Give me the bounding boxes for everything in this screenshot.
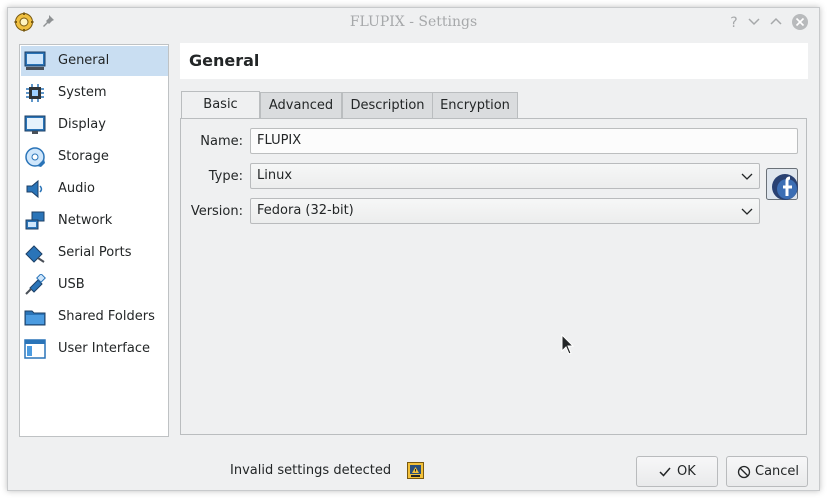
settings-sidebar: General System Display Storage Audio Net… xyxy=(19,44,169,437)
tab-description[interactable]: Description xyxy=(342,92,433,118)
sidebar-item-system[interactable]: System xyxy=(21,78,168,108)
page-header: General xyxy=(180,43,808,79)
tab-basic[interactable]: Basic xyxy=(181,91,260,119)
sidebar-item-label: Audio xyxy=(58,181,95,196)
tab-encryption[interactable]: Encryption xyxy=(432,92,518,118)
version-select[interactable]: Fedora (32-bit) xyxy=(250,198,760,224)
tab-advanced[interactable]: Advanced xyxy=(260,92,342,118)
tab-label: Advanced xyxy=(268,98,334,113)
user-interface-icon xyxy=(24,339,46,359)
chevron-down-icon xyxy=(741,173,753,180)
display-icon xyxy=(24,115,46,134)
sidebar-item-label: Network xyxy=(58,213,113,228)
cancel-button-label: Cancel xyxy=(755,464,800,479)
warning-icon[interactable] xyxy=(407,462,424,479)
titlebar: FLUPIX - Settings ? xyxy=(8,8,819,36)
serial-port-icon xyxy=(25,245,45,263)
ok-button[interactable]: OK xyxy=(636,456,718,487)
sidebar-item-audio[interactable]: Audio xyxy=(21,174,168,204)
type-select-value: Linux xyxy=(257,168,293,183)
type-select[interactable]: Linux xyxy=(250,163,760,189)
cancel-icon xyxy=(737,465,751,479)
sidebar-item-general[interactable]: General xyxy=(21,46,168,76)
chevron-up-icon[interactable] xyxy=(767,13,785,31)
version-select-value: Fedora (32-bit) xyxy=(257,203,354,218)
chip-icon xyxy=(26,84,44,102)
name-label: Name: xyxy=(200,134,243,149)
checkmark-icon xyxy=(659,467,671,477)
chevron-down-icon xyxy=(741,208,753,215)
network-icon xyxy=(25,211,45,230)
sidebar-item-label: User Interface xyxy=(58,341,150,356)
sidebar-item-label: Shared Folders xyxy=(58,309,155,324)
tab-label: Encryption xyxy=(440,98,510,113)
chevron-down-icon[interactable] xyxy=(745,13,763,31)
usb-icon xyxy=(25,274,46,295)
help-icon[interactable]: ? xyxy=(725,13,743,31)
svg-text:?: ? xyxy=(730,15,737,31)
close-icon[interactable] xyxy=(791,13,809,31)
sidebar-item-usb[interactable]: USB xyxy=(21,270,168,300)
sidebar-item-label: System xyxy=(58,85,107,100)
page-title: General xyxy=(189,51,260,70)
sidebar-item-label: Display xyxy=(58,117,106,132)
sidebar-item-storage[interactable]: Storage xyxy=(21,142,168,172)
fedora-logo-icon xyxy=(766,168,798,200)
sidebar-item-label: USB xyxy=(58,277,85,292)
type-label: Type: xyxy=(208,169,243,184)
tab-label: Basic xyxy=(203,97,238,112)
storage-disc-icon xyxy=(25,147,45,167)
ok-button-label: OK xyxy=(677,464,696,479)
sidebar-item-shared-folders[interactable]: Shared Folders xyxy=(21,302,168,332)
sidebar-item-display[interactable]: Display xyxy=(21,110,168,140)
speaker-icon xyxy=(26,179,43,199)
mouse-cursor-icon xyxy=(561,334,575,355)
name-field[interactable]: FLUPIX xyxy=(250,128,798,154)
tab-label: Description xyxy=(350,98,425,113)
cancel-button[interactable]: Cancel xyxy=(726,456,808,487)
version-label: Version: xyxy=(190,204,243,219)
sidebar-item-label: Serial Ports xyxy=(58,245,132,260)
sidebar-item-network[interactable]: Network xyxy=(21,206,168,236)
folder-icon xyxy=(24,310,46,326)
general-monitor-icon xyxy=(24,51,46,70)
status-message: Invalid settings detected xyxy=(230,463,392,478)
settings-window: FLUPIX - Settings ? General System Displ… xyxy=(7,7,820,491)
sidebar-item-label: General xyxy=(58,53,110,68)
sidebar-item-user-interface[interactable]: User Interface xyxy=(21,334,168,364)
sidebar-item-label: Storage xyxy=(58,149,109,164)
window-title: FLUPIX - Settings xyxy=(349,14,478,30)
sidebar-item-serial-ports[interactable]: Serial Ports xyxy=(21,238,168,268)
